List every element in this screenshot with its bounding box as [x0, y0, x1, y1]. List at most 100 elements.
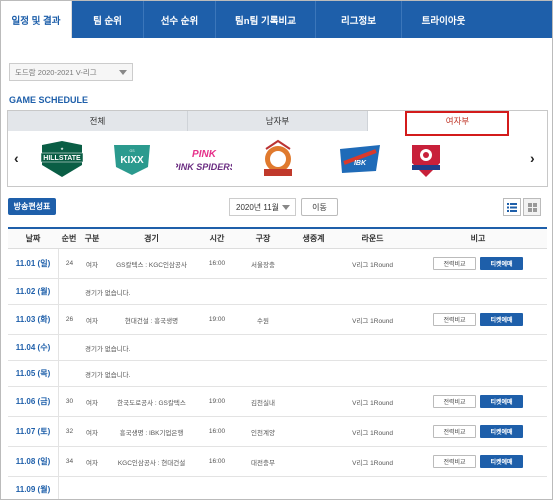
row-no: 26	[58, 305, 80, 334]
altos-logo[interactable]: IBK	[336, 143, 384, 175]
row-round: V리그 1Round	[352, 261, 393, 269]
table-row: 11.02 (월) 경기가 없습니다.	[8, 279, 547, 305]
row-live	[291, 447, 336, 476]
header-date: 날짜	[25, 234, 41, 243]
ticket-button[interactable]: 티켓예매	[480, 455, 523, 468]
header-note: 비고	[470, 234, 486, 243]
table-row: 11.09 (월)	[8, 477, 547, 499]
row-date[interactable]: 11.04 (수)	[8, 335, 58, 360]
row-time: 19:00	[208, 316, 226, 323]
compare-button[interactable]: 전력비교	[433, 455, 476, 468]
no-game-text: 경기가 없습니다.	[58, 335, 547, 360]
row-date[interactable]: 11.09 (월)	[8, 477, 58, 499]
tab-men[interactable]: 남자부	[188, 111, 368, 131]
list-view-icon[interactable]	[503, 198, 521, 216]
tab-player-ranking[interactable]: 선수 순위	[144, 1, 216, 38]
row-time: 19:00	[208, 398, 226, 405]
top-nav: 일정 및 결과 팀 순위 선수 순위 팀n팀 기록비교 리그정보 트라이아웃	[1, 1, 552, 38]
row-actions: 전력비교 티켓예매	[409, 447, 547, 476]
header-division: 구분	[84, 234, 100, 243]
row-date[interactable]: 11.01 (일)	[8, 249, 58, 278]
month-select[interactable]: 2020년 11월	[229, 198, 296, 216]
section-title: GAME SCHEDULE	[9, 95, 89, 105]
compare-button[interactable]: 전력비교	[433, 425, 476, 438]
row-venue: 인천계양	[251, 429, 275, 437]
header-time: 시간	[209, 234, 225, 243]
row-round: V리그 1Round	[352, 429, 393, 437]
tab-league-info[interactable]: 리그정보	[316, 1, 402, 38]
chevron-left-icon[interactable]: ‹	[14, 150, 19, 166]
tab-team-vs-team[interactable]: 팀n팀 기록비교	[216, 1, 316, 38]
row-live	[291, 417, 336, 446]
move-button[interactable]: 이동	[301, 198, 338, 216]
no-game-text: 경기가 없습니다.	[58, 279, 547, 304]
row-date[interactable]: 11.07 (토)	[8, 417, 58, 446]
row-no: 30	[58, 387, 80, 416]
row-date[interactable]: 11.03 (화)	[8, 305, 58, 334]
tab-team-ranking[interactable]: 팀 순위	[72, 1, 144, 38]
row-actions: 전력비교 티켓예매	[409, 305, 547, 334]
row-actions: 전력비교 티켓예매	[409, 249, 547, 278]
row-actions: 전력비교 티켓예매	[409, 387, 547, 416]
row-date[interactable]: 11.06 (금)	[8, 387, 58, 416]
kixx-logo[interactable]: KIXX GS	[108, 141, 156, 177]
row-game: 흥국생명 : IBK기업은행	[119, 429, 184, 437]
kgc-logo[interactable]	[256, 139, 300, 181]
svg-text:GS: GS	[129, 149, 135, 153]
month-select-value: 2020년 11월	[236, 202, 280, 212]
hillstate-text: HILLSTATE	[43, 155, 81, 162]
row-round: V리그 1Round	[352, 399, 393, 407]
pink-spiders-text: PINK SPIDERS	[176, 162, 232, 172]
broadcast-schedule-button[interactable]: 방송편성표	[8, 198, 56, 215]
season-select-value: 도드람 2020-2021 V-리그	[15, 67, 97, 77]
table-row: 11.05 (목) 경기가 없습니다.	[8, 361, 547, 387]
ticket-button[interactable]: 티켓예매	[480, 257, 523, 270]
row-venue: 김천실내	[251, 399, 275, 407]
row-time: 16:00	[208, 458, 226, 465]
svg-text:★: ★	[60, 146, 64, 151]
chevron-down-icon	[119, 70, 127, 75]
table-row: 11.04 (수) 경기가 없습니다.	[8, 335, 547, 361]
tab-women[interactable]: 여자부	[368, 111, 547, 131]
row-no: 34	[58, 447, 80, 476]
table-header: 날짜 순번 구분 경기 시간 구장 생중계 라운드 비고	[8, 229, 547, 249]
gender-tabs: 전체 남자부 여자부	[8, 111, 547, 131]
row-division: 여자	[86, 317, 98, 325]
table-row: 11.06 (금) 30 여자 한국도로공사 : GS칼텍스 19:00 김천실…	[8, 387, 547, 417]
row-venue: 대전충무	[251, 459, 275, 467]
no-game-text: 경기가 없습니다.	[58, 361, 547, 386]
tab-tryout[interactable]: 트라이아웃	[402, 1, 485, 38]
ticket-button[interactable]: 티켓예매	[480, 425, 523, 438]
row-date[interactable]: 11.02 (월)	[8, 279, 58, 304]
season-select[interactable]: 도드람 2020-2021 V-리그	[9, 63, 133, 81]
no-game-text	[58, 477, 547, 499]
table-row: 11.07 (토) 32 여자 흥국생명 : IBK기업은행 16:00 인천계…	[8, 417, 547, 447]
table-row: 11.08 (일) 34 여자 KGC인삼공사 : 현대건설 16:00 대전충…	[8, 447, 547, 477]
row-live	[291, 249, 336, 278]
row-game: 한국도로공사 : GS칼텍스	[117, 399, 186, 407]
grid-view-icon[interactable]	[523, 198, 541, 216]
ticket-button[interactable]: 티켓예매	[480, 395, 523, 408]
header-round: 라운드	[361, 234, 384, 243]
compare-button[interactable]: 전력비교	[433, 313, 476, 326]
pink-spiders-logo[interactable]: PINK PINK SPIDERS	[176, 145, 232, 175]
row-time: 16:00	[208, 260, 226, 267]
svg-text:PINK: PINK	[192, 149, 217, 160]
row-date[interactable]: 11.05 (목)	[8, 361, 58, 386]
tab-schedule-results[interactable]: 일정 및 결과	[1, 1, 72, 38]
header-live: 생중계	[302, 234, 325, 243]
team-filter-box: 전체 남자부 여자부 ‹ › HILLSTATE ★ KIXX GS PINK …	[7, 110, 548, 187]
hillstate-logo[interactable]: HILLSTATE ★	[38, 139, 86, 179]
row-venue: 수원	[257, 317, 269, 325]
svg-text:IBK: IBK	[354, 160, 367, 167]
tab-women-label: 여자부	[445, 116, 470, 126]
heungkuk-logo[interactable]	[406, 139, 446, 181]
row-date[interactable]: 11.08 (일)	[8, 447, 58, 476]
compare-button[interactable]: 전력비교	[433, 257, 476, 270]
compare-button[interactable]: 전력비교	[433, 395, 476, 408]
tab-all[interactable]: 전체	[8, 111, 188, 131]
ticket-button[interactable]: 티켓예매	[480, 313, 523, 326]
table-row: 11.01 (일) 24 여자 GS칼텍스 : KGC인삼공사 16:00 서울…	[8, 249, 547, 279]
chevron-right-icon[interactable]: ›	[530, 150, 535, 166]
row-round: V리그 1Round	[352, 459, 393, 467]
